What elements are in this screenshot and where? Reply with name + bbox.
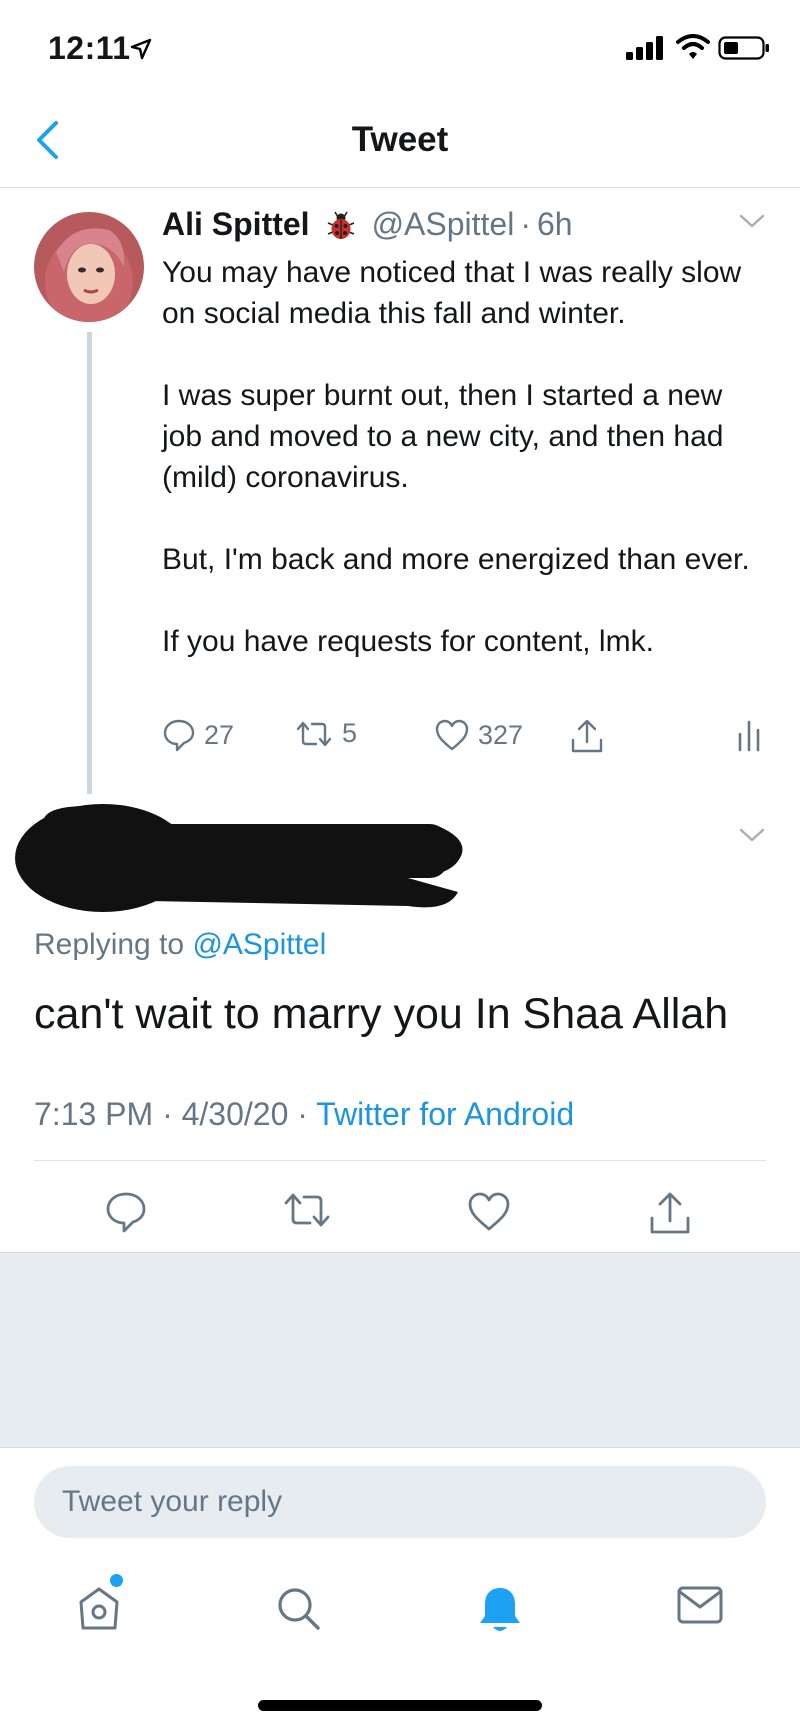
author-avatar[interactable] (34, 212, 144, 322)
reply-count: 27 (204, 719, 235, 750)
like-button[interactable]: 327 (434, 718, 523, 752)
retweet-button[interactable]: 5 (294, 718, 357, 749)
navigation-header: Tweet (0, 92, 800, 188)
status-bar: 12:11 (0, 0, 800, 92)
author-name[interactable]: Ali Spittel (162, 206, 310, 243)
share-button[interactable] (648, 1190, 692, 1241)
speech-bubble-icon (106, 1192, 146, 1233)
replying-to-line: Replying to @ASpittel (34, 928, 326, 962)
redacted-author-block (15, 804, 463, 912)
home-indicator (258, 1700, 542, 1711)
tab-notifications[interactable] (476, 1584, 524, 1641)
tweet-paragraph: You may have noticed that I was really s… (162, 256, 742, 330)
separator-dot: · (297, 1096, 308, 1132)
avatar-image (34, 212, 144, 322)
reply-button[interactable]: 27 (162, 718, 234, 752)
chevron-down-icon[interactable] (738, 826, 766, 844)
tab-home[interactable] (76, 1584, 122, 1637)
tweet-date: 4/30/20 (181, 1096, 289, 1132)
speech-bubble-icon (163, 719, 195, 752)
tweet-source-link[interactable]: Twitter for Android (316, 1096, 574, 1132)
envelope-icon (677, 1586, 723, 1624)
empty-replies-area (0, 1252, 800, 1448)
thread-connector-line (87, 332, 92, 794)
bell-icon (480, 1588, 520, 1631)
like-button[interactable] (466, 1190, 512, 1237)
share-button[interactable] (570, 718, 604, 754)
chevron-down-icon[interactable] (738, 212, 766, 230)
reply-input-placeholder: Tweet your reply (62, 1485, 283, 1518)
status-time: 12:11 (48, 30, 131, 66)
tab-search[interactable] (274, 1584, 322, 1637)
battery-icon (718, 36, 769, 60)
home-icon (79, 1587, 119, 1630)
divider (34, 1160, 766, 1161)
search-icon (278, 1588, 320, 1630)
location-arrow-icon (130, 38, 152, 60)
ladybug-icon (324, 208, 358, 242)
tweet-time: 7:13 PM (34, 1096, 154, 1132)
tweet-paragraph: I was super burnt out, then I started a … (162, 379, 724, 494)
cellular-signal-icon (626, 36, 663, 60)
heart-icon (435, 719, 469, 751)
retweet-count: 5 (342, 718, 358, 748)
reply-button[interactable] (104, 1190, 148, 1239)
separator-dot: · (520, 206, 531, 242)
retweet-icon (284, 1193, 330, 1227)
share-icon (571, 719, 603, 753)
tweet-meta: 7:13 PM · 4/30/20 · Twitter for Android (34, 1096, 574, 1133)
analytics-button[interactable] (736, 718, 762, 752)
wifi-icon (676, 34, 710, 59)
tweet-paragraph: But, I'm back and more energized than ev… (162, 543, 750, 576)
author-handle[interactable]: @ASpittel (372, 206, 515, 243)
heart-icon (468, 1192, 510, 1231)
tweet-body: You may have noticed that I was really s… (162, 252, 762, 662)
tweet-paragraph: If you have requests for content, lmk. (162, 625, 654, 658)
replying-to-mention[interactable]: @ASpittel (192, 928, 326, 961)
tweet-actions: 27 5 327 (162, 718, 762, 762)
tweet-time-ago: 6h (536, 206, 573, 242)
new-content-dot (110, 1574, 123, 1587)
retweet-icon (296, 721, 332, 746)
reply-tweet-actions (0, 1180, 800, 1250)
bar-chart-icon (738, 720, 760, 752)
retweet-button[interactable] (282, 1190, 332, 1235)
replying-to-label: Replying to (34, 928, 185, 961)
separator-dot: · (162, 1096, 173, 1132)
reply-tweet-text: can't wait to marry you In Shaa Allah (34, 990, 729, 1038)
tab-messages[interactable] (676, 1584, 724, 1631)
like-count: 327 (478, 719, 524, 750)
reply-input[interactable]: Tweet your reply (34, 1466, 766, 1538)
page-title: Tweet (351, 120, 449, 159)
share-icon (650, 1192, 690, 1234)
tweet-header: Ali Spittel @ASpittel · 6h (162, 206, 573, 243)
